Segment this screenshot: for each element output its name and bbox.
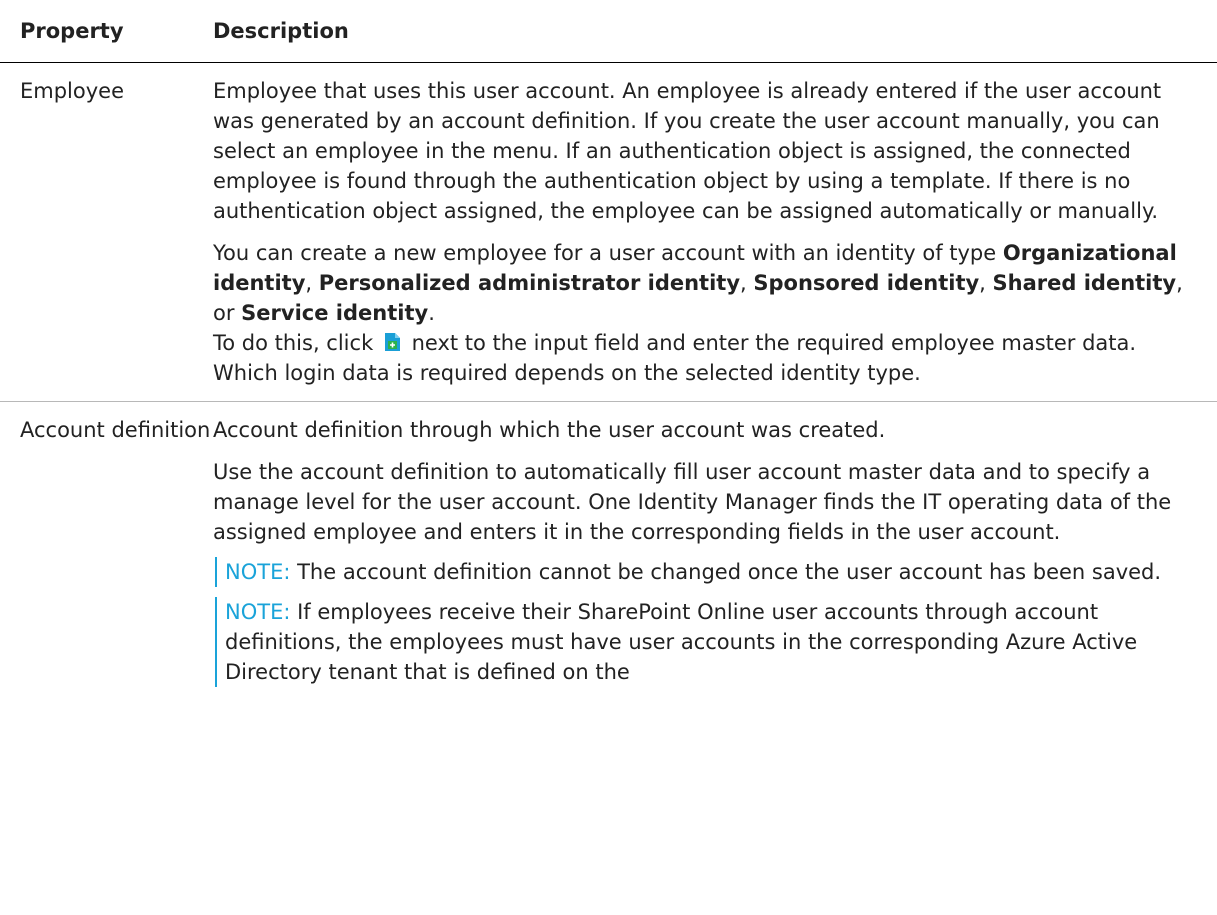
note-label: NOTE: — [225, 600, 291, 624]
description-cell: Account definition through which the use… — [213, 402, 1197, 687]
note-block: NOTE: If employees receive their SharePo… — [215, 597, 1197, 687]
note-label: NOTE: — [225, 560, 291, 584]
description-paragraph: You can create a new employee for a user… — [213, 241, 1183, 385]
table-row: Employee Employee that uses this user ac… — [0, 63, 1217, 402]
description-paragraph: Use the account definition to automatica… — [213, 460, 1172, 544]
table-row: Account definition Account definition th… — [0, 402, 1217, 687]
property-cell: Account definition — [20, 418, 211, 442]
table-header: Property Description — [0, 0, 1217, 63]
header-property: Property — [20, 19, 124, 43]
description-paragraph: Employee that uses this user account. An… — [213, 79, 1162, 223]
note-block: NOTE: The account definition cannot be c… — [215, 557, 1197, 587]
description-cell: Employee that uses this user account. An… — [213, 63, 1197, 401]
property-cell: Employee — [20, 79, 125, 103]
header-description: Description — [213, 19, 349, 43]
property-table: Property Description Employee Employee t… — [0, 0, 1217, 687]
add-new-icon — [384, 330, 401, 351]
description-paragraph: Account definition through which the use… — [213, 418, 886, 442]
